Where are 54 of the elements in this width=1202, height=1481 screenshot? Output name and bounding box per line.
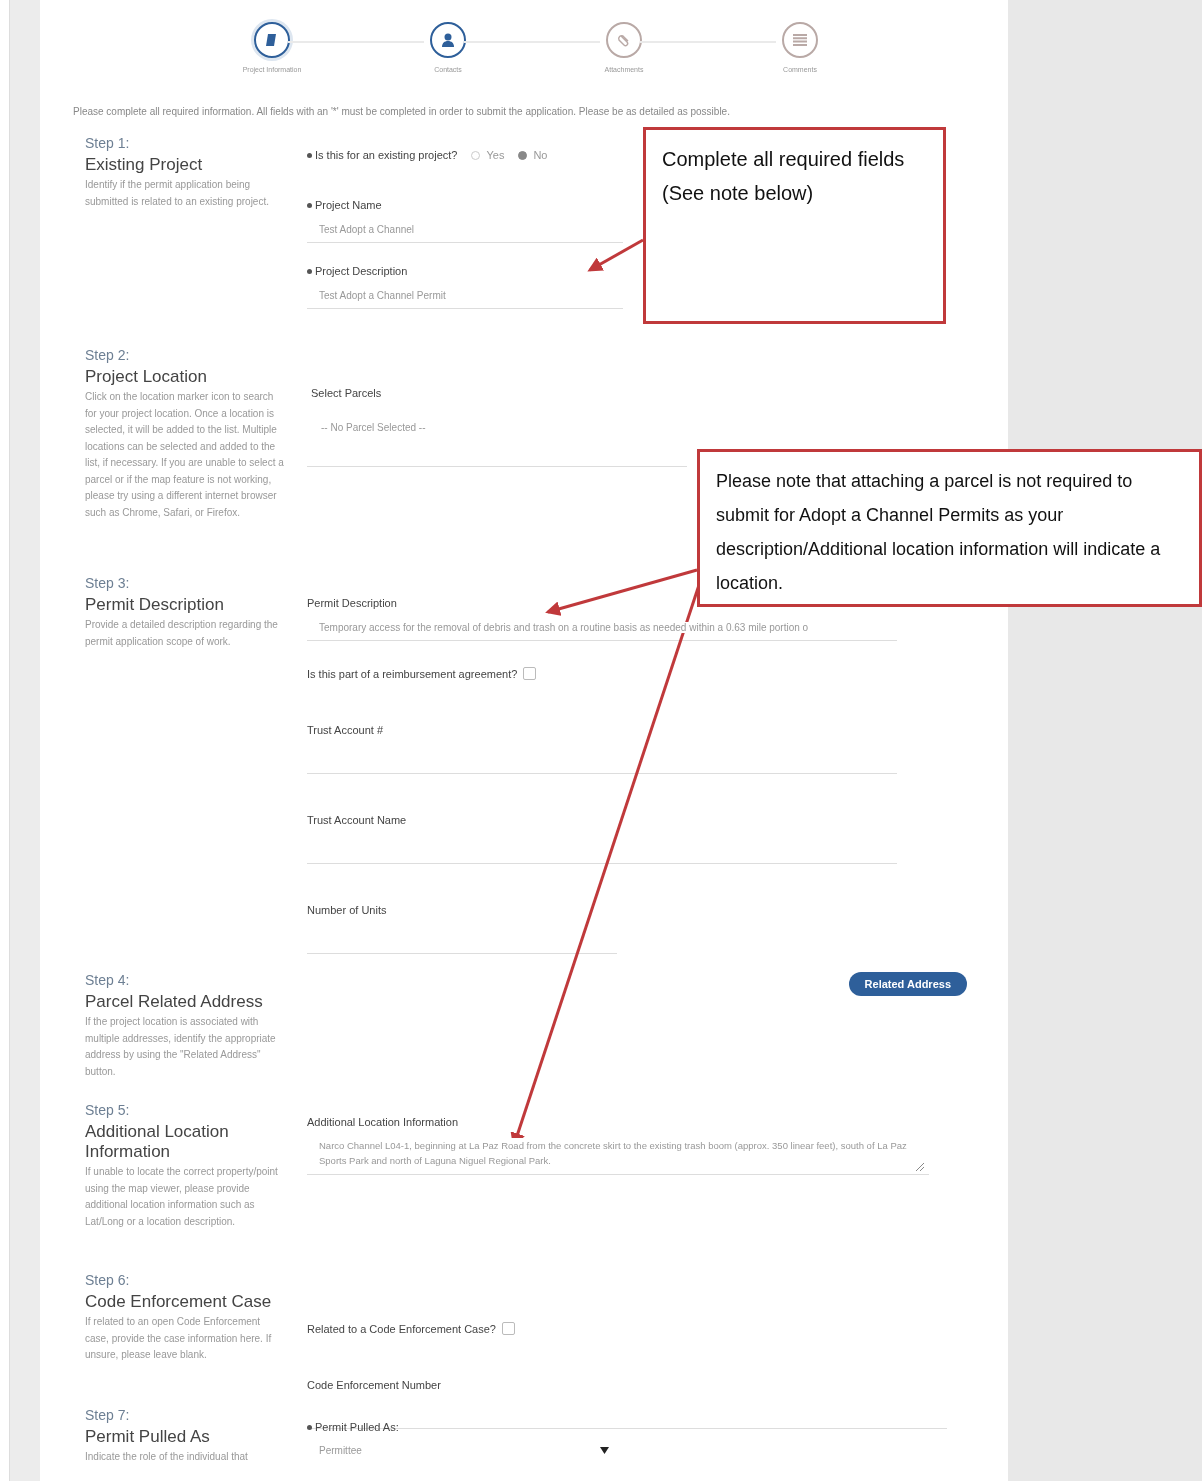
progress-step-button[interactable]: [254, 22, 290, 58]
progress-step-button[interactable]: [430, 22, 466, 58]
step-title: Existing Project: [85, 155, 204, 175]
step-title: Permit Pulled As: [85, 1427, 211, 1447]
field-label: Related to a Code Enforcement Case?: [307, 1322, 496, 1335]
step-title: Code Enforcement Case: [85, 1292, 273, 1312]
field-label: Trust Account Name: [307, 814, 407, 826]
step-description: If related to an open Code Enforcement case, provide the case information here. If unsure, please leave blank.: [85, 1315, 273, 1362]
step-title: Parcel Related Address: [85, 992, 264, 1012]
field-label: Permit Description: [307, 597, 397, 609]
instructions-text: Please complete all required information. All fields with an '*' must be completed in order to submit the application. Please be as detailed as possible.: [73, 106, 731, 117]
input-field[interactable]: Test Adopt a Channel: [307, 217, 623, 243]
radio-option[interactable]: Yes: [471, 149, 505, 161]
list-icon: [792, 33, 808, 47]
step-number: Step 4:: [85, 972, 131, 988]
callout-arrow: [587, 238, 644, 272]
step-title: Permit Description: [85, 595, 225, 615]
step-number: Step 2:: [85, 347, 131, 363]
field-label: Trust Account #: [307, 724, 384, 736]
step-number: Step 3:: [85, 575, 131, 591]
field-label: Project Description: [315, 265, 408, 277]
dropdown[interactable]: Permittee: [307, 1445, 609, 1456]
person-icon: [441, 32, 455, 48]
related-address-button[interactable]: Related Address: [848, 972, 967, 996]
step-number: Step 6:: [85, 1272, 131, 1288]
step-description: If unable to locate the correct property/point using the map viewer, please provide additional location information such as Lat/Long or a location description.: [85, 1165, 279, 1229]
field-label: Additional Location Information: [307, 1116, 459, 1128]
field-label: Code Enforcement Number: [307, 1379, 441, 1391]
radio-option[interactable]: No: [518, 149, 548, 161]
step-description: Identify if the permit application being submitted is related to an existing project.: [85, 178, 270, 209]
parcel-list[interactable]: -- No Parcel Selected --: [307, 403, 687, 467]
step-number: Step 1:: [85, 135, 131, 151]
step-title: Additional Location Information: [85, 1122, 230, 1162]
input-field[interactable]: Test Adopt a Channel Permit: [307, 283, 623, 309]
caret-icon: [600, 1447, 609, 1454]
step-number: Step 5:: [85, 1102, 131, 1118]
callout-note: Please note that attaching a parcel is not required to submit for Adopt a Channel Permits as your description/Additional location information will indicate a location.: [697, 449, 1202, 607]
step-title: Project Location: [85, 367, 208, 387]
step-number: Step 7:: [85, 1407, 131, 1423]
field-label: Select Parcels: [311, 387, 382, 399]
checkbox[interactable]: [523, 667, 537, 680]
resize-grip-icon: [915, 1162, 925, 1172]
step-description: If the project location is associated with multiple addresses, identify the appropriate address by using the "Related Address" button.: [85, 1015, 277, 1079]
step-description: Provide a detailed description regarding the permit application scope of work.: [85, 618, 279, 649]
callout-note: Complete all required fields (See note below): [643, 127, 946, 324]
step-description: Click on the location marker icon to search for your project location. Once a location is selected, it will be added to the list. Multiple locations can be selected and added to the list, if necessary. If you are unable to select a parcel or if the map feature is not working, please try using a different internet browser such as Chrome, Safari, or Firefox.: [85, 390, 285, 520]
step-description: Indicate the role of the individual that: [85, 1450, 249, 1464]
input-field[interactable]: Temporary access for the removal of debris and trash on a routine basis as needed within a 0.63 mile portion o: [307, 615, 897, 641]
checkbox[interactable]: [501, 1322, 515, 1335]
field-label: Is this part of a reimbursement agreement?: [307, 667, 518, 680]
field-label: Number of Units: [307, 904, 387, 916]
field-label: Is this for an existing project?: [315, 149, 458, 161]
field-label: Permit Pulled As:: [315, 1421, 399, 1433]
field-label: Project Name: [315, 199, 382, 211]
